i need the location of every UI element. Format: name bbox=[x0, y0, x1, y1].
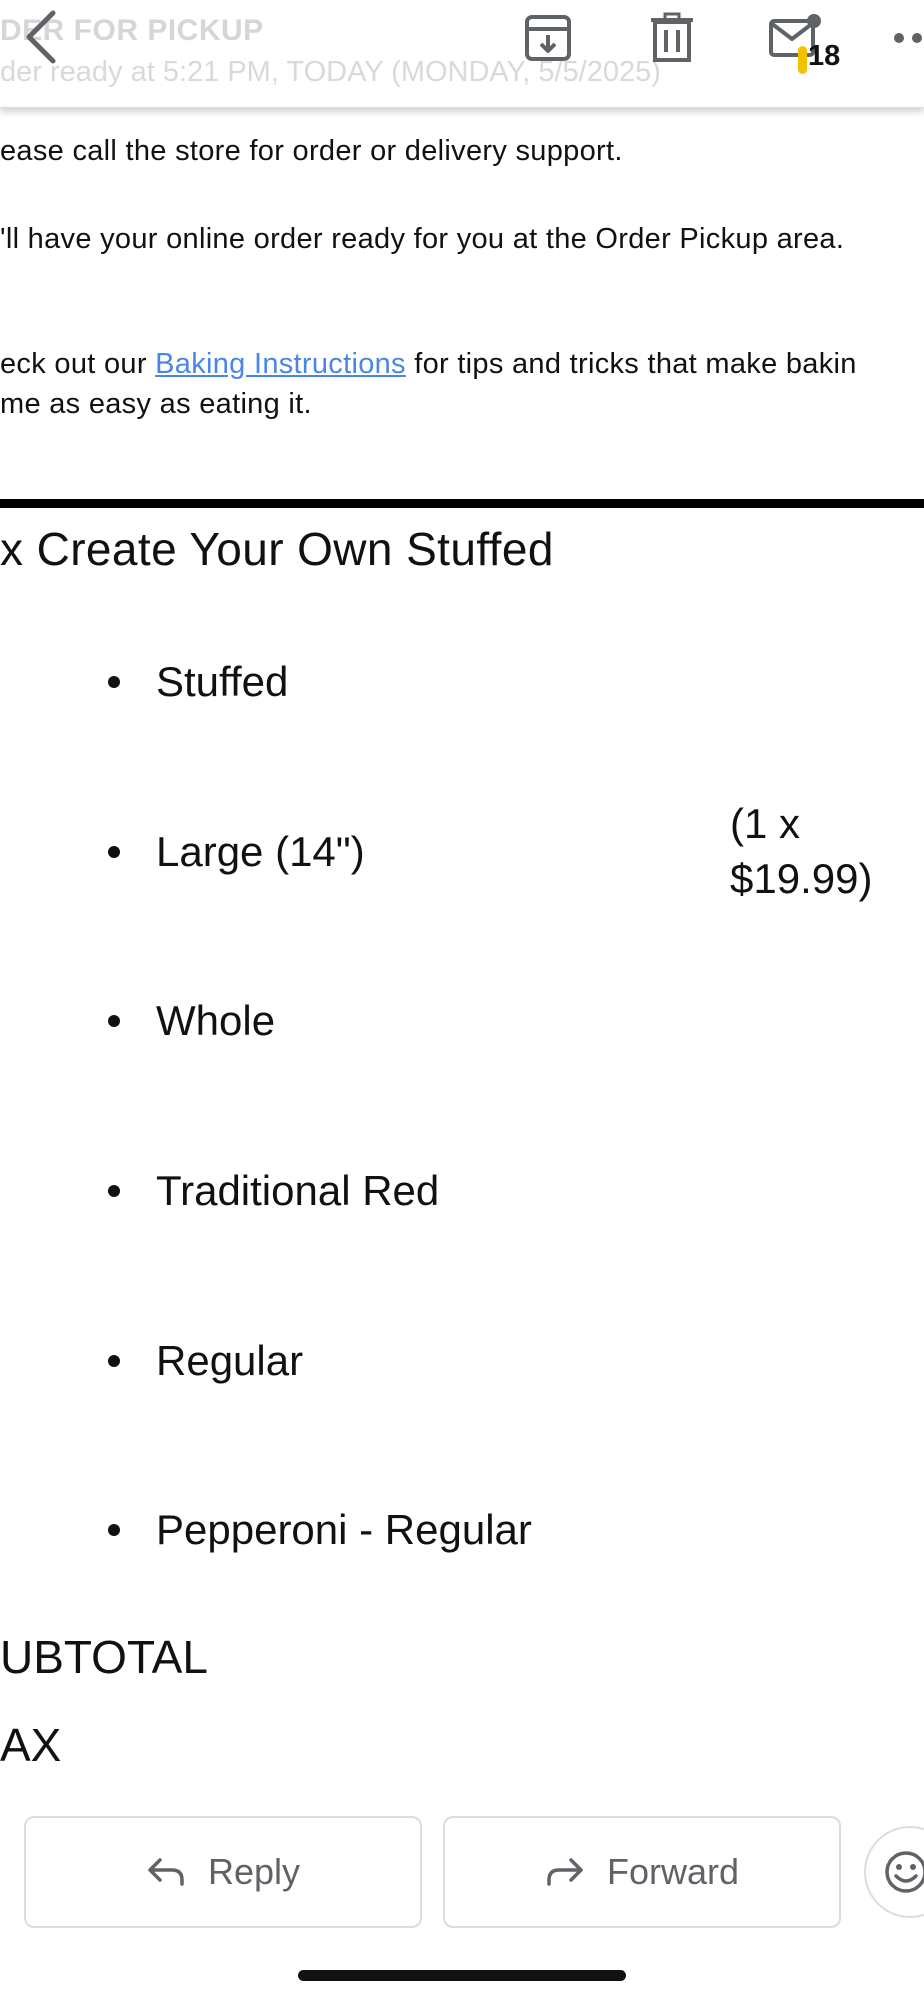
forward-button[interactable]: Forward bbox=[443, 1816, 841, 1928]
option-label: Traditional Red bbox=[156, 1167, 440, 1214]
trash-icon bbox=[651, 12, 693, 62]
home-indicator[interactable] bbox=[298, 1970, 626, 1981]
pickup-ready-text: 'll have your online order ready for you… bbox=[0, 223, 845, 255]
option-label: Large (14") bbox=[156, 828, 365, 875]
price-quantity: (1 x bbox=[730, 800, 801, 847]
archive-button[interactable] bbox=[516, 6, 580, 70]
unread-count-badge: 18 bbox=[808, 40, 841, 72]
option-item: Pepperoni - Regular bbox=[108, 1506, 532, 1554]
archive-icon bbox=[525, 15, 571, 61]
item-price: (1 x $19.99) bbox=[730, 796, 872, 906]
order-item-title: x Create Your Own Stuffed bbox=[0, 523, 554, 575]
section-divider bbox=[0, 499, 924, 508]
unread-badge-marker bbox=[798, 46, 807, 74]
baking-text: eck out our Baking Instructions for tips… bbox=[0, 348, 857, 381]
option-item: Whole bbox=[108, 997, 275, 1045]
chevron-left-icon bbox=[26, 10, 56, 64]
emoji-icon bbox=[885, 1851, 924, 1893]
support-text: ease call the store for order or deliver… bbox=[0, 135, 623, 167]
more-options-button[interactable] bbox=[888, 6, 924, 70]
baking-instructions-link[interactable]: Baking Instructions bbox=[155, 348, 406, 380]
forward-label: Forward bbox=[606, 1851, 740, 1892]
option-label: Whole bbox=[156, 997, 276, 1044]
more-icon bbox=[894, 33, 922, 43]
bullet-icon bbox=[108, 1354, 120, 1367]
top-toolbar: DER FOR PICKUP der ready at 5:21 PM, TOD… bbox=[0, 0, 924, 108]
option-label: Regular bbox=[156, 1337, 304, 1384]
option-item: Traditional Red bbox=[108, 1167, 439, 1215]
option-item: Stuffed bbox=[108, 658, 288, 706]
emoji-reaction-button[interactable] bbox=[864, 1826, 924, 1918]
bullet-icon bbox=[108, 1014, 120, 1027]
baking-text-suffix: for tips and tricks that make bakin bbox=[405, 348, 857, 380]
bullet-icon bbox=[108, 675, 120, 688]
bullet-icon bbox=[108, 1523, 120, 1536]
back-button[interactable] bbox=[6, 2, 76, 72]
bullet-icon bbox=[108, 845, 120, 858]
subtotal-label: UBTOTAL bbox=[0, 1631, 208, 1683]
delete-button[interactable] bbox=[640, 6, 704, 70]
baking-text-prefix: eck out our bbox=[0, 348, 156, 380]
option-item: Large (14") bbox=[108, 828, 365, 876]
option-label: Stuffed bbox=[156, 658, 289, 705]
forward-icon bbox=[545, 1856, 585, 1888]
bullet-icon bbox=[108, 1184, 120, 1197]
tax-label: AX bbox=[0, 1719, 62, 1771]
reply-icon bbox=[146, 1856, 186, 1888]
price-amount: $19.99) bbox=[730, 855, 873, 902]
reply-label: Reply bbox=[207, 1851, 301, 1892]
reply-button[interactable]: Reply bbox=[24, 1816, 422, 1928]
option-item: Regular bbox=[108, 1337, 303, 1385]
option-label: Pepperoni - Regular bbox=[156, 1506, 532, 1553]
baking-text-line2: me as easy as eating it. bbox=[0, 388, 312, 420]
